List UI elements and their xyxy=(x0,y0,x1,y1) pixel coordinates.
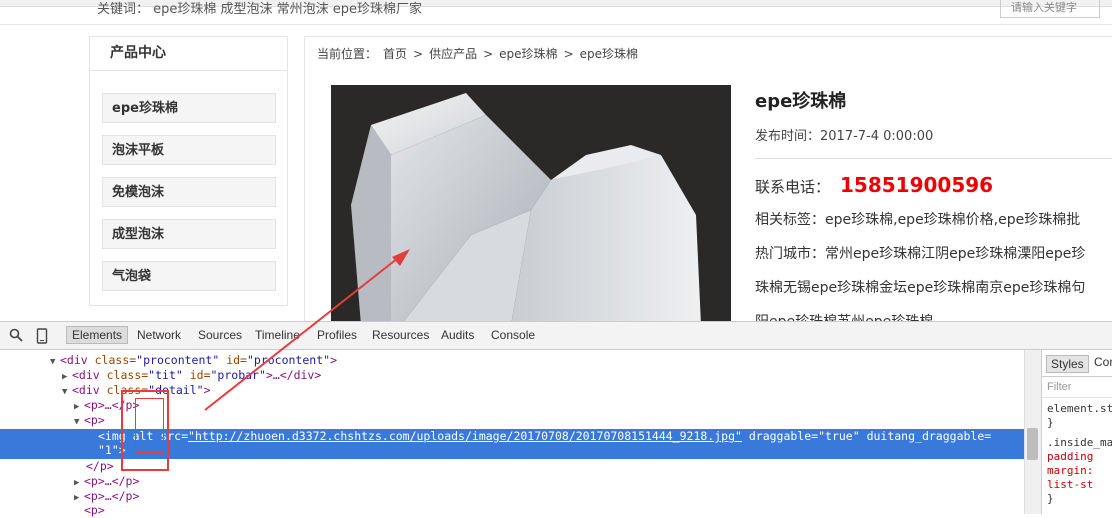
sidebar-item-bubble-bag[interactable]: 气泡袋 xyxy=(102,261,276,291)
hot-cities-2: 珠棉无锡epe珍珠棉金坛epe珍珠棉南京epe珍珠棉句 xyxy=(755,280,1086,296)
breadcrumb-sep: > xyxy=(413,47,424,61)
expand-triangle-icon[interactable]: ▼ xyxy=(74,415,84,430)
product-center-sidebar: 产品中心 epe珍珠棉 泡沫平板 免模泡沫 成型泡沫 气泡袋 xyxy=(89,36,288,306)
device-mode-icon[interactable] xyxy=(34,328,50,344)
dom-node-p-open[interactable]: ▼ <p> xyxy=(74,413,105,428)
sidebar-title: 产品中心 xyxy=(90,37,287,71)
styles-tabs: Styles Com xyxy=(1042,350,1112,377)
phone-label: 联系电话： xyxy=(755,178,831,196)
tab-sources[interactable]: Sources xyxy=(198,328,242,342)
image-src-link[interactable]: "http://zhuoen.d3372.chshtzs.com/uploads… xyxy=(188,429,742,443)
dom-node-procontent[interactable]: ▼ <div class="procontent" id="procontent"… xyxy=(50,353,337,368)
product-detail-panel: 当前位置： 首页 > 供应产品 > epe珍珠棉 > epe珍珠棉 epe珍珠棉… xyxy=(304,36,1112,330)
style-rule-line: } xyxy=(1047,492,1054,505)
styles-pane: Styles Com Filter element.st } .inside_m… xyxy=(1041,350,1112,514)
breadcrumb-prefix: 当前位置： xyxy=(317,47,378,61)
tab-audits[interactable]: Audits xyxy=(441,328,474,342)
contact-phone: 联系电话： 15851900596 xyxy=(755,173,1112,197)
breadcrumb-products[interactable]: 供应产品 xyxy=(429,47,477,61)
dom-node-detail[interactable]: ▼ <div class="detail"> xyxy=(62,383,211,398)
tab-elements[interactable]: Elements xyxy=(66,326,129,344)
styles-filter-input[interactable]: Filter xyxy=(1042,377,1112,398)
breadcrumb-current: epe珍珠棉 xyxy=(579,47,639,61)
publish-date: 发布时间：2017-7-4 0:00:00 xyxy=(755,129,934,144)
tab-profiles[interactable]: Profiles xyxy=(317,328,357,342)
tab-console[interactable]: Console xyxy=(491,328,535,342)
tab-resources[interactable]: Resources xyxy=(372,328,429,342)
dom-node-img-selected[interactable]: <img alt src="http://zhuoen.d3372.chshtz… xyxy=(0,429,1024,459)
devtools-toolbar: Elements Network Sources Timeline Profil… xyxy=(0,322,1112,350)
breadcrumb-sep: > xyxy=(563,47,574,61)
style-rule-line: .inside_ma xyxy=(1047,436,1112,449)
tab-computed[interactable]: Com xyxy=(1094,355,1112,369)
style-rule-line: } xyxy=(1047,416,1054,429)
dom-node-p[interactable]: ▶ <p>…</p> xyxy=(74,474,139,489)
dom-node-tit[interactable]: ▶ <div class="tit" id="probar">…</div> xyxy=(62,368,321,383)
product-info: epe珍珠棉 发布时间：2017-7-4 0:00:00 联系电话： 158519… xyxy=(755,87,1112,333)
sidebar-item-epe[interactable]: epe珍珠棉 xyxy=(102,93,276,123)
scrollbar-thumb[interactable] xyxy=(1027,428,1038,460)
tab-timeline[interactable]: Timeline xyxy=(255,328,300,342)
product-image[interactable] xyxy=(331,85,731,325)
related-tags: 相关标签：epe珍珠棉,epe珍珠棉价格,epe珍珠棉批 xyxy=(755,212,1081,228)
sidebar-item-foam-board[interactable]: 泡沫平板 xyxy=(102,135,276,165)
tab-styles[interactable]: Styles xyxy=(1046,355,1089,373)
breadcrumb-home[interactable]: 首页 xyxy=(383,47,407,61)
expand-triangle-icon[interactable]: ▼ xyxy=(50,355,60,370)
dom-scrollbar[interactable] xyxy=(1024,350,1041,514)
phone-number: 15851900596 xyxy=(840,173,994,197)
sidebar-item-molded-foam[interactable]: 成型泡沫 xyxy=(102,219,276,249)
dom-node-p[interactable]: ▶ <p>…</p> xyxy=(74,489,139,504)
sidebar-item-moldless-foam[interactable]: 免模泡沫 xyxy=(102,177,276,207)
style-rule-line: list-st xyxy=(1047,478,1094,491)
collapse-triangle-icon[interactable]: ▶ xyxy=(74,491,84,506)
style-rule-line: padding xyxy=(1047,450,1094,463)
style-rule-line: element.st xyxy=(1047,402,1112,415)
sidebar-list: epe珍珠棉 泡沫平板 免模泡沫 成型泡沫 气泡袋 xyxy=(102,93,276,303)
dom-node-p[interactable]: ▶ <p>…</p> xyxy=(74,398,139,413)
expand-triangle-icon[interactable]: ▼ xyxy=(62,385,72,400)
breadcrumb-category[interactable]: epe珍珠棉 xyxy=(499,47,557,61)
search-icon[interactable] xyxy=(8,328,24,344)
tab-network[interactable]: Network xyxy=(137,328,181,342)
dom-node-p-open[interactable]: <p> xyxy=(84,503,105,518)
style-rule-line: margin: xyxy=(1047,464,1094,477)
dom-node-p-close[interactable]: </p> xyxy=(86,459,114,474)
product-title: epe珍珠棉 xyxy=(755,91,847,112)
breadcrumb: 当前位置： 首页 > 供应产品 > epe珍珠棉 > epe珍珠棉 xyxy=(317,45,644,62)
hot-keywords: 关键词： epe珍珠棉 成型泡沫 常州泡沫 epe珍珠棉厂家 xyxy=(97,2,423,17)
hot-cities-1: 热门城市：常州epe珍珠棉江阴epe珍珠棉溧阳epe珍 xyxy=(755,246,1086,262)
devtools-panel: Elements Network Sources Timeline Profil… xyxy=(0,321,1112,517)
site-header: 关键词： epe珍珠棉 成型泡沫 常州泡沫 epe珍珠棉厂家 请输入关键字 xyxy=(0,0,1112,25)
breadcrumb-sep: > xyxy=(483,47,494,61)
foam-block-illustration xyxy=(331,85,731,325)
search-input[interactable]: 请输入关键字 xyxy=(1000,0,1100,18)
dom-tree: ▼ <div class="procontent" id="procontent"… xyxy=(0,350,1024,517)
divider xyxy=(755,158,1112,159)
